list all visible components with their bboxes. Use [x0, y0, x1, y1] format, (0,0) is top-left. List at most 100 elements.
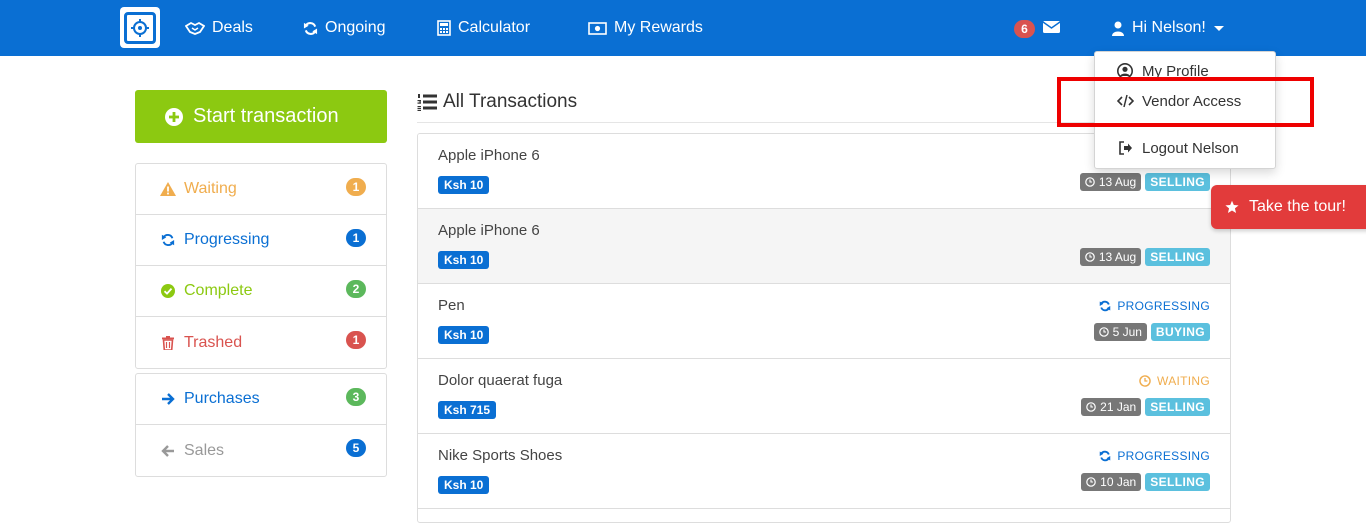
- top-navbar: Deals Ongoing Calculator My Rewards 6 Hi…: [0, 0, 1366, 56]
- nav-ongoing[interactable]: Ongoing: [303, 0, 386, 56]
- handshake-icon: [185, 21, 205, 35]
- transaction-row[interactable]: Apple iPhone 6 Ksh 10 13 Aug SELLING: [418, 209, 1230, 284]
- arrow-left-icon: [160, 444, 176, 458]
- transaction-role-tag: SELLING: [1145, 398, 1210, 416]
- plus-circle-icon: [165, 107, 183, 126]
- nav-calculator[interactable]: Calculator: [437, 0, 530, 56]
- nav-deals[interactable]: Deals: [185, 0, 253, 56]
- user-greeting: Hi Nelson!: [1132, 19, 1206, 36]
- transaction-name: Pen: [438, 297, 465, 314]
- filter-trashed-count: 1: [346, 331, 366, 349]
- transaction-price-badge: Ksh 10: [438, 326, 490, 344]
- transaction-status-label: PROGRESSING: [1117, 449, 1210, 463]
- filter-progressing[interactable]: Progressing 1: [136, 215, 386, 266]
- transaction-row[interactable]: Pen PROGRESSING Ksh 10 5 Jun BUYING: [418, 284, 1230, 359]
- sign-out-icon: [1116, 141, 1134, 155]
- transaction-meta: 5 Jun BUYING: [1093, 323, 1210, 341]
- transaction-price-badge: Ksh 10: [438, 176, 490, 194]
- arrow-right-icon: [160, 392, 176, 406]
- transaction-role-tag: SELLING: [1145, 248, 1210, 266]
- transaction-row[interactable]: Dolor quaerat fuga WAITING Ksh 715 21 Ja…: [418, 359, 1230, 434]
- nav-calculator-label: Calculator: [458, 19, 531, 36]
- envelope-icon[interactable]: [1042, 20, 1061, 39]
- refresh-icon: [303, 21, 318, 36]
- filter-sales[interactable]: Sales 5: [136, 425, 386, 476]
- page-title: All Transactions: [417, 88, 577, 116]
- transaction-date-tag: 13 Aug: [1079, 173, 1142, 191]
- clock-icon: [1085, 252, 1095, 262]
- nav-deals-label: Deals: [212, 19, 253, 36]
- filter-waiting-label: Waiting: [184, 180, 237, 197]
- transaction-meta: 13 Aug SELLING: [1079, 248, 1210, 266]
- start-transaction-button[interactable]: Start transaction: [135, 90, 387, 143]
- transaction-meta: 10 Jan SELLING: [1081, 473, 1210, 491]
- transaction-date-tag: 13 Aug: [1079, 248, 1142, 266]
- refresh-icon: [160, 233, 176, 247]
- filter-complete[interactable]: Complete 2: [136, 266, 386, 317]
- transaction-date: 13 Aug: [1098, 175, 1137, 189]
- filter-trashed[interactable]: Trashed 1: [136, 317, 386, 368]
- transaction-date-tag: 10 Jan: [1081, 473, 1142, 491]
- transaction-date: 13 Aug: [1098, 250, 1137, 264]
- clock-icon: [1139, 375, 1151, 387]
- filter-waiting[interactable]: Waiting 1: [136, 164, 386, 215]
- transaction-date-tag: 21 Jan: [1081, 398, 1142, 416]
- transaction-name: Nike Sports Shoes: [438, 447, 563, 464]
- transaction-status-label: PROGRESSING: [1117, 299, 1210, 313]
- refresh-icon: [1099, 450, 1111, 462]
- transaction-role-tag: SELLING: [1145, 473, 1210, 491]
- menu-item-logout-label: Logout Nelson: [1142, 139, 1239, 157]
- transaction-date: 5 Jun: [1112, 325, 1142, 339]
- user-menu-toggle[interactable]: Hi Nelson!: [1112, 0, 1224, 56]
- filter-sales-count: 5: [346, 439, 366, 457]
- start-transaction-label: Start transaction: [193, 105, 339, 127]
- transaction-date: 21 Jan: [1100, 400, 1137, 414]
- transaction-list: Apple iPhone 6 Ksh 10 13 Aug SELLING App…: [417, 133, 1231, 523]
- nav-my-rewards[interactable]: My Rewards: [588, 0, 703, 56]
- transaction-status: PROGRESSING: [1099, 299, 1210, 313]
- user-icon: [1112, 21, 1124, 36]
- filter-purchases-label: Purchases: [184, 390, 260, 407]
- check-circle-icon: [160, 284, 176, 298]
- transaction-meta: 13 Aug SELLING: [1079, 173, 1210, 191]
- menu-item-logout[interactable]: Logout Nelson: [1095, 136, 1275, 160]
- filter-purchases[interactable]: Purchases 3: [136, 374, 386, 425]
- filter-complete-count: 2: [346, 280, 366, 298]
- transaction-status: PROGRESSING: [1099, 449, 1210, 463]
- safe-icon: [124, 11, 156, 44]
- money-icon: [588, 21, 607, 35]
- ordered-list-icon: [417, 93, 437, 111]
- clock-icon: [1098, 327, 1109, 337]
- clock-icon: [1086, 402, 1096, 412]
- filter-trashed-label: Trashed: [184, 333, 243, 351]
- filter-sales-label: Sales: [184, 441, 225, 459]
- page-title-text: All Transactions: [443, 91, 578, 112]
- trash-icon: [160, 335, 176, 350]
- nav-ongoing-label: Ongoing: [325, 19, 386, 36]
- clock-icon: [1086, 477, 1096, 487]
- take-tour-label: Take the tour!: [1249, 198, 1346, 215]
- highlight-box: [1057, 77, 1314, 127]
- filter-purchases-count: 3: [346, 388, 366, 406]
- transaction-row[interactable]: Nike Sports Shoes PROGRESSING Ksh 10 10 …: [418, 434, 1230, 509]
- chevron-down-icon: [1213, 25, 1224, 31]
- transaction-date: 10 Jan: [1100, 475, 1137, 489]
- transaction-price-badge: Ksh 715: [438, 401, 497, 419]
- star-icon: [1225, 200, 1239, 214]
- transaction-status: WAITING: [1139, 374, 1210, 388]
- filter-complete-label: Complete: [184, 282, 253, 299]
- refresh-icon: [1099, 300, 1111, 312]
- transaction-price-badge: Ksh 10: [438, 251, 490, 269]
- transaction-name: Apple iPhone 6: [438, 222, 540, 239]
- transaction-meta: 21 Jan SELLING: [1081, 398, 1210, 416]
- take-tour-button[interactable]: Take the tour!: [1211, 185, 1366, 229]
- status-filter-list: Waiting 1 Progressing 1 Complete 2 Trash…: [135, 163, 387, 369]
- messages-count-badge[interactable]: 6: [1014, 20, 1035, 38]
- transaction-date-tag: 5 Jun: [1093, 323, 1147, 341]
- transaction-price-badge: Ksh 10: [438, 476, 490, 494]
- filter-waiting-count: 1: [346, 178, 366, 196]
- nav-my-rewards-label: My Rewards: [614, 19, 703, 36]
- filter-progressing-count: 1: [346, 229, 366, 247]
- logo[interactable]: [120, 7, 160, 48]
- calculator-icon: [437, 20, 451, 36]
